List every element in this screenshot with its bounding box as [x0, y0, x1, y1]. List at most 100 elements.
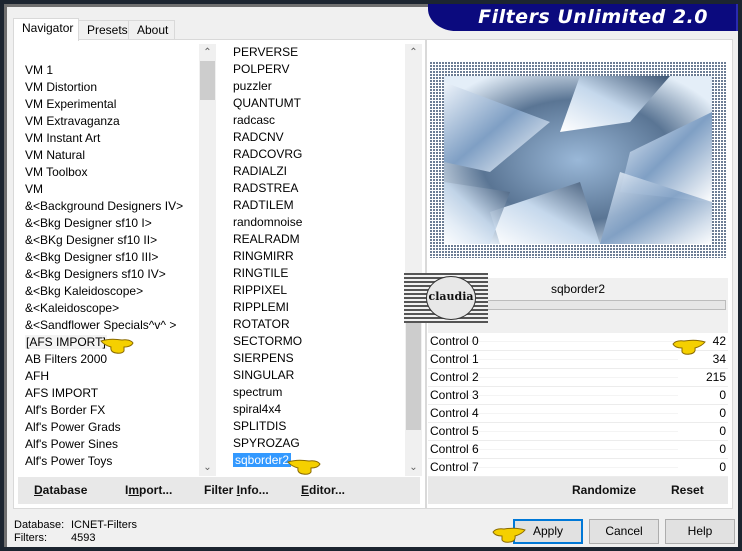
filter-item[interactable]: radcasc: [230, 112, 404, 129]
filter-item[interactable]: RINGMIRR: [230, 248, 404, 265]
filter-scroll-thumb[interactable]: [406, 307, 421, 430]
list-item-label: RADTILEM: [233, 198, 294, 212]
category-item[interactable]: &<BKg Designer sf10 II>: [22, 232, 198, 249]
filter-item[interactable]: RINGTILE: [230, 265, 404, 282]
list-item-label: SPLITDIS: [233, 419, 287, 433]
control-value: 0: [719, 406, 726, 420]
category-item[interactable]: &<Kaleidoscope>: [22, 300, 198, 317]
reset-button[interactable]: Reset: [671, 477, 704, 504]
list-item-label: &<Bkg Designers sf10 IV>: [25, 267, 166, 281]
category-item[interactable]: VM: [22, 181, 198, 198]
tab-navigator[interactable]: Navigator: [13, 18, 79, 41]
list-item-label: [AFS IMPORT]: [25, 335, 107, 349]
control-slider-row[interactable]: Control 6 0: [428, 441, 728, 459]
scroll-up-arrow-icon[interactable]: ⌃: [405, 44, 422, 61]
list-item-label: VM Instant Art: [25, 131, 101, 145]
filter-item[interactable]: spectrum: [230, 384, 404, 401]
filter-item[interactable]: RADCOVRG: [230, 146, 404, 163]
category-item[interactable]: VM Instant Art: [22, 130, 198, 147]
tab-presets[interactable]: Presets: [78, 20, 129, 40]
control-slider-row[interactable]: Control 4 0: [428, 405, 728, 423]
category-item[interactable]: AFS IMPORT: [22, 385, 198, 402]
category-item[interactable]: VM Distortion: [22, 79, 198, 96]
filter-item[interactable]: SINGULAR: [230, 367, 404, 384]
control-track[interactable]: [468, 467, 678, 468]
control-track[interactable]: [468, 413, 678, 414]
filter-item[interactable]: RADTILEM: [230, 197, 404, 214]
filter-item[interactable]: ROTATOR: [230, 316, 404, 333]
control-track[interactable]: [468, 377, 678, 378]
category-item[interactable]: VM 1: [22, 62, 198, 79]
cancel-button[interactable]: Cancel: [589, 519, 659, 544]
filter-info-button[interactable]: Filter Info...: [204, 477, 269, 504]
editor-label: ditor...: [309, 483, 346, 497]
category-item[interactable]: Alf's Power Toys: [22, 453, 198, 470]
category-item[interactable]: &<Bkg Designers sf10 IV>: [22, 266, 198, 283]
database-button[interactable]: Database: [34, 477, 87, 504]
category-item[interactable]: Alf's Border FX: [22, 402, 198, 419]
filter-item[interactable]: SIERPENS: [230, 350, 404, 367]
category-list[interactable]: VM 1 VM Distortion VM Experimental VM Extra…: [22, 62, 198, 470]
filter-item[interactable]: QUANTUMT: [230, 95, 404, 112]
filter-item[interactable]: POLPERV: [230, 61, 404, 78]
category-item[interactable]: VM Natural: [22, 147, 198, 164]
status-database: Database: ICNET-Filters: [14, 519, 137, 532]
control-slider-row[interactable]: Control 5 0: [428, 423, 728, 441]
filter-item[interactable]: RADSTREA: [230, 180, 404, 197]
category-item[interactable]: &<Bkg Designer sf10 III>: [22, 249, 198, 266]
control-track[interactable]: [468, 449, 678, 450]
filter-item[interactable]: REALRADM: [230, 231, 404, 248]
list-item-label: VM Extravaganza: [25, 114, 120, 128]
randomize-button[interactable]: Randomize: [572, 477, 636, 504]
filter-item[interactable]: randomnoise: [230, 214, 404, 231]
list-item-label: VM: [25, 182, 43, 196]
category-item[interactable]: &<Bkg Designer sf10 I>: [22, 215, 198, 232]
filters-count: 4593: [71, 532, 96, 544]
import-button[interactable]: Import...: [125, 477, 172, 504]
category-scrollbar[interactable]: ⌃ ⌄: [199, 44, 216, 476]
category-item[interactable]: &<Bkg Kaleidoscope>: [22, 283, 198, 300]
category-item[interactable]: &<Background Designers IV>: [22, 198, 198, 215]
filter-item[interactable]: SPLITDIS: [230, 418, 404, 435]
category-scroll-thumb[interactable]: [200, 61, 215, 100]
filter-item[interactable]: RADIALZI: [230, 163, 404, 180]
filter-item[interactable]: RIPPLEMI: [230, 299, 404, 316]
control-slider-row[interactable]: Control 3 0: [428, 387, 728, 405]
tab-about[interactable]: About: [128, 20, 175, 40]
filter-item[interactable]: RIPPIXEL: [230, 282, 404, 299]
control-label: Control 0: [430, 334, 479, 348]
filter-item[interactable]: spiral4x4: [230, 401, 404, 418]
list-item-label: &<Bkg Designer sf10 III>: [25, 250, 159, 264]
filter-item[interactable]: SPYROZAG: [230, 435, 404, 452]
category-item[interactable]: VM Toolbox: [22, 164, 198, 181]
list-item-label: &<Bkg Kaleidoscope>: [25, 284, 144, 298]
category-item[interactable]: AFH: [22, 368, 198, 385]
control-slider-row[interactable]: Control 7 0: [428, 459, 728, 477]
control-slider-row[interactable]: Control 2 215: [428, 369, 728, 387]
title-banner: Filters Unlimited 2.0: [428, 4, 738, 31]
scroll-down-arrow-icon[interactable]: ⌄: [405, 459, 422, 476]
control-track[interactable]: [468, 395, 678, 396]
filter-item[interactable]: puzzler: [230, 78, 404, 95]
control-track[interactable]: [468, 359, 678, 360]
list-item-label: spectrum: [233, 385, 283, 399]
scroll-up-arrow-icon[interactable]: ⌃: [199, 44, 216, 61]
editor-button[interactable]: Editor...: [301, 477, 345, 504]
category-item[interactable]: Alf's Power Sines: [22, 436, 198, 453]
category-item[interactable]: &<Sandflower Specials^v^ >: [22, 317, 198, 334]
category-item[interactable]: VM Experimental: [22, 96, 198, 113]
category-item[interactable]: Alf's Power Grads: [22, 419, 198, 436]
control-track[interactable]: [468, 431, 678, 432]
preview-image: [430, 62, 726, 258]
category-item[interactable]: VM Extravaganza: [22, 113, 198, 130]
scroll-down-arrow-icon[interactable]: ⌄: [199, 459, 216, 476]
filter-item[interactable]: RADCNV: [230, 129, 404, 146]
filter-scrollbar[interactable]: ⌃ ⌄: [405, 44, 422, 476]
control-track[interactable]: [468, 341, 678, 342]
control-value: 42: [712, 334, 726, 348]
filter-list[interactable]: PERVERSE POLPERV puzzler QUANTUMT radcasc RAD…: [230, 44, 404, 472]
filter-item[interactable]: SECTORMO: [230, 333, 404, 350]
status-filters: Filters: 4593: [14, 532, 137, 545]
filter-item[interactable]: PERVERSE: [230, 44, 404, 61]
help-button[interactable]: Help: [665, 519, 735, 544]
